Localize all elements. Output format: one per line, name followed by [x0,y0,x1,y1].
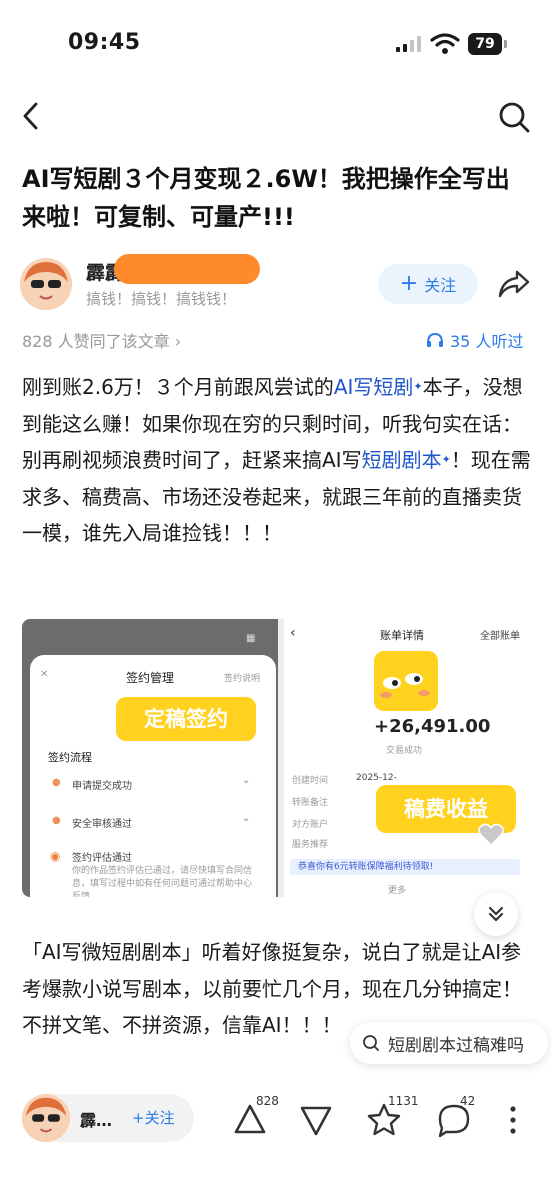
link-star-icon: ✦ [413,380,423,393]
search-suggestion-chip[interactable]: 短剧剧本过稿难吗 [350,1022,548,1064]
article-paragraph-1: 刚到账2.6万！３个月前跟风尝试的AI写短剧✦本子，没想到能这么赚！如果你现在穷… [22,369,532,552]
status-time: 09:45 [68,30,141,55]
keyword-link-ai-script[interactable]: AI写短剧 [334,375,414,399]
bill-row-account: 对方账户 [292,820,329,830]
back-icon[interactable] [18,100,46,132]
collapse-button[interactable] [474,892,518,936]
search-icon[interactable] [497,100,531,134]
image-contract-panel: ▦ ✕ 签约管理 签约说明 定稿签约 签约流程 ● 申请提交成功 ⌄ ● 安全审… [22,619,278,897]
bottom-author-avatar[interactable] [22,1094,70,1142]
listen-count[interactable]: 35 人听过 [426,328,523,352]
bottom-author-pill[interactable]: 霹… +关注 [22,1094,194,1142]
step-dot-icon: ● [52,815,61,826]
contract-section: 签约流程 [48,751,92,764]
upvote-count: 828 [256,1094,279,1108]
likes-count[interactable]: 828 人赞同了该文章 › [22,328,181,352]
author-avatar[interactable] [20,258,72,310]
search-suggestion-label: 短剧剧本过稿难吗 [388,1035,524,1056]
step-dot-icon: ● [52,777,61,788]
plus-icon: + [399,271,419,296]
back-icon: ‹ [290,625,296,641]
contract-tag: 定稿签约 [116,697,256,741]
contract-step-3: 签约评估通过 [72,853,132,864]
contract-step-1: 申请提交成功 [72,781,132,792]
contract-header-right: 签约说明 [224,674,261,684]
wifi-icon [430,33,460,54]
redaction-mark [114,254,260,284]
battery-icon: 79 [468,33,508,55]
headphone-icon [427,332,443,347]
bill-header: 账单详情 [380,629,424,642]
comment-count: 42 [460,1094,476,1108]
listen-count-label: 35 人听过 [450,332,524,351]
double-chevron-down-icon [488,906,504,922]
chevron-down-icon: ⌄ [242,813,251,824]
bill-amount: +26,491.00 [374,716,491,737]
more-icon[interactable] [508,1104,518,1136]
battery-level: 79 [468,33,502,55]
bill-row-service: 服务推荐 [292,840,329,850]
bottom-author-name: 霹… [80,1111,113,1130]
para1-text-1: 刚到账2.6万！３个月前跟风尝试的 [22,375,334,399]
downvote-icon[interactable] [296,1100,336,1140]
emoji-sticker-icon [374,651,438,711]
bill-banner: 恭喜你有6元转账保障福利待领取! [290,859,520,875]
close-icon: ✕ [40,669,49,680]
grid-icon: ▦ [246,633,256,644]
follow-button-label: 关注 [424,276,457,295]
location-pin-icon: ◉ [50,849,61,863]
image-bill-panel: ‹ 账单详情 全部账单 +26,491.00 交易成功 创建时间 2025-12… [284,619,530,897]
bill-row-created: 创建时间 [292,776,329,786]
bill-more: 更多 [388,886,407,896]
contract-header: 签约管理 [126,671,175,685]
chevron-down-icon: ⌄ [242,775,251,786]
cellular-signal-icon [396,36,422,52]
bill-header-right: 全部账单 [480,631,520,642]
contract-note: 你的作品签约评估已通过，请尽快填写合同信息，填写过程中如有任何问题可通过帮助中心… [72,866,253,897]
bill-date: 2025-12- [356,773,397,783]
bottom-follow-button[interactable]: +关注 [132,1107,175,1128]
share-icon[interactable] [497,268,531,300]
heart-icon [478,823,504,847]
bill-row-remark: 转账备注 [292,798,329,808]
status-bar: 09:45 79 [0,0,552,92]
author-bio: 搞钱！搞钱！搞钱钱！ [86,290,237,308]
link-star-icon: ✦ [441,453,451,466]
keyword-link-drama-script[interactable]: 短剧剧本 [362,448,442,472]
favorite-count: 1131 [388,1094,419,1108]
follow-button[interactable]: + 关注 [378,264,478,304]
search-icon [363,1035,379,1051]
bottom-action-bar: 霹… +关注 828 1131 42 [0,1078,552,1200]
article-title: AI写短剧３个月变现２.6W！我把操作全写出来啦！可复制、可量产!!! [22,165,510,231]
bill-status: 交易成功 [386,746,423,756]
contract-step-2: 安全审核通过 [72,819,132,830]
article-image[interactable]: ▦ ✕ 签约管理 签约说明 定稿签约 签约流程 ● 申请提交成功 ⌄ ● 安全审… [22,619,530,897]
